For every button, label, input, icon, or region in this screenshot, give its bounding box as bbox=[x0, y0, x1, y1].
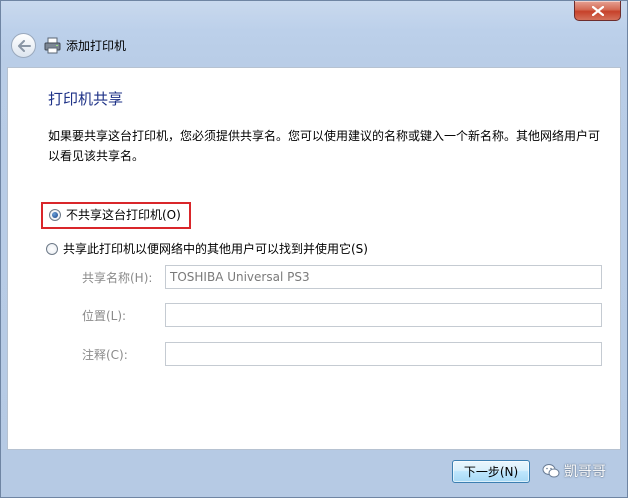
wechat-icon bbox=[542, 464, 560, 478]
watermark: 凱哥哥 bbox=[542, 460, 606, 482]
option-no-share-label: 不共享这台打印机(O) bbox=[66, 208, 181, 222]
share-name-input[interactable]: TOSHIBA Universal PS3 bbox=[165, 265, 602, 289]
next-button[interactable]: 下一步(N) bbox=[452, 460, 530, 483]
watermark-text: 凱哥哥 bbox=[564, 464, 606, 480]
printer-icon bbox=[44, 37, 61, 54]
comment-label: 注释(C): bbox=[82, 348, 128, 362]
comment-input[interactable] bbox=[165, 342, 602, 366]
option-share-label: 共享此打印机以便网络中的其他用户可以找到并使用它(S) bbox=[63, 242, 368, 256]
page-description: 如果要共享这台打印机，您必须提供共享名。您可以使用建议的名称或键入一个新名称。其… bbox=[48, 129, 601, 163]
add-printer-window: 添加打印机 打印机共享 如果要共享这台打印机，您必须提供共享名。您可以使用建议的… bbox=[0, 0, 628, 498]
radio-share[interactable] bbox=[46, 243, 58, 255]
location-input[interactable] bbox=[165, 303, 602, 327]
back-arrow-icon bbox=[17, 39, 31, 52]
radio-no-share[interactable] bbox=[49, 209, 61, 221]
location-label: 位置(L): bbox=[82, 309, 127, 323]
wizard-content: 打印机共享 如果要共享这台打印机，您必须提供共享名。您可以使用建议的名称或键入一… bbox=[7, 67, 621, 450]
page-title: 打印机共享 bbox=[48, 90, 124, 108]
back-button[interactable] bbox=[11, 33, 36, 58]
close-icon bbox=[591, 5, 604, 16]
window-title: 添加打印机 bbox=[66, 39, 127, 53]
close-button[interactable] bbox=[574, 1, 621, 21]
option-no-share[interactable]: 不共享这台打印机(O) bbox=[49, 207, 181, 223]
option-share[interactable]: 共享此打印机以便网络中的其他用户可以找到并使用它(S) bbox=[46, 241, 368, 257]
share-name-label: 共享名称(H): bbox=[82, 271, 153, 285]
